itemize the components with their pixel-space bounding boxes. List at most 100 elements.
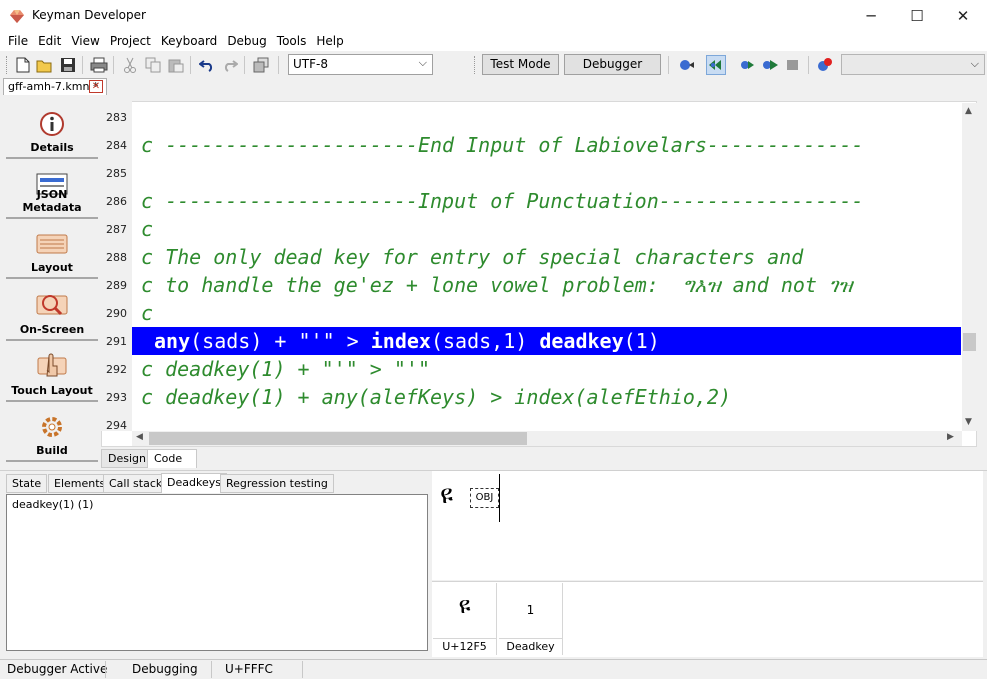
list-item[interactable]: deadkey(1) (1) — [12, 498, 422, 511]
sidebar: Details JSON Metadata Layout On-Screen T… — [6, 101, 98, 463]
tab-code[interactable]: Code — [147, 449, 197, 468]
deadkeys-list[interactable]: deadkey(1) (1) — [6, 494, 428, 651]
menu-edit[interactable]: Edit — [33, 31, 66, 51]
debugger-mode-button[interactable]: Debugger Mode — [564, 54, 661, 90]
code-line: c — [141, 301, 154, 325]
minimize-button[interactable]: ─ — [848, 0, 894, 31]
menu-tools[interactable]: Tools — [272, 31, 312, 51]
run-debug-icon[interactable] — [676, 55, 696, 75]
debug-target-select[interactable]: ⌵ — [841, 54, 985, 75]
close-window-button[interactable]: ✕ — [940, 0, 986, 31]
cut-icon[interactable] — [120, 55, 140, 75]
save-icon[interactable] — [58, 55, 78, 75]
window-title: Keyman Developer — [32, 8, 146, 22]
maximize-button[interactable]: ☐ — [894, 0, 940, 31]
code-line: c to handle the ge'ez + lone vowel probl… — [141, 273, 853, 297]
sidebar-item-build[interactable]: Build — [6, 404, 98, 462]
sidebar-item-details[interactable]: Details — [6, 101, 98, 159]
tab-state[interactable]: State — [6, 474, 48, 493]
status-codepoint: U+FFFC — [225, 662, 273, 676]
sidebar-item-label: Layout — [31, 261, 73, 274]
touch-layout-icon — [36, 352, 68, 382]
horizontal-scrollbar[interactable]: ◀ ▶ — [132, 431, 962, 446]
char-cell[interactable]: 1 Deadkey — [499, 583, 563, 655]
menu-view[interactable]: View — [66, 31, 104, 51]
stop-icon[interactable] — [783, 55, 803, 75]
scroll-right-icon[interactable]: ▶ — [947, 432, 954, 442]
sidebar-item-touch-layout[interactable]: Touch Layout — [6, 344, 98, 402]
encoding-select[interactable]: UTF-8 ⌵ — [288, 54, 433, 75]
undo-icon[interactable] — [197, 55, 217, 75]
code-line: c ---------------------Input of Punctuat… — [141, 189, 864, 213]
sidebar-item-json-metadata[interactable]: JSON Metadata — [6, 161, 98, 219]
keyword: deadkey — [539, 329, 624, 353]
toolbar-separator — [668, 56, 669, 74]
line-number: 293 — [106, 391, 127, 404]
toolbar-grip — [6, 56, 9, 74]
line-number: 291 — [106, 335, 127, 348]
tab-elements[interactable]: Elements — [48, 474, 112, 493]
keyword: index — [370, 329, 431, 353]
scroll-up-icon[interactable]: ▲ — [965, 106, 972, 116]
status-debugger: Debugger Active — [7, 662, 108, 676]
scroll-left-icon[interactable]: ◀ — [136, 432, 143, 442]
menu-keyboard[interactable]: Keyboard — [156, 31, 222, 51]
scroll-thumb[interactable] — [149, 432, 527, 445]
redo-icon[interactable] — [220, 55, 240, 75]
single-step-icon[interactable] — [737, 55, 757, 75]
sidebar-item-layout[interactable]: Layout — [6, 221, 98, 279]
menu-debug[interactable]: Debug — [222, 31, 271, 51]
line-number: 284 — [106, 139, 127, 152]
toolbar-separator — [113, 56, 114, 74]
scroll-thumb[interactable] — [963, 333, 976, 351]
code-fragment: (sads,1) — [430, 329, 540, 353]
info-icon — [36, 109, 68, 139]
code-line: c deadkey(1) + any(alefKeys) > index(ale… — [141, 385, 732, 409]
char-code: Deadkey — [499, 638, 562, 655]
menu-bar: File Edit View Project Keyboard Debug To… — [0, 31, 987, 51]
sidebar-item-on-screen[interactable]: On-Screen — [6, 283, 98, 341]
run-icon[interactable] — [760, 55, 780, 75]
open-folder-icon[interactable] — [35, 55, 55, 75]
onscreen-keyboard-icon — [36, 291, 68, 321]
chevron-down-icon: ⌵ — [418, 56, 427, 69]
window-list-icon[interactable] — [251, 55, 271, 75]
new-file-icon[interactable] — [13, 55, 33, 75]
deadkey-object-marker: OBJ — [470, 488, 499, 508]
line-number: 287 — [106, 223, 127, 236]
menu-file[interactable]: File — [3, 31, 33, 51]
vertical-scrollbar[interactable]: ▲ ▼ — [962, 103, 977, 431]
sidebar-item-label: On-Screen — [19, 323, 85, 336]
debug-output-pane[interactable] — [432, 471, 983, 580]
copy-icon[interactable] — [143, 55, 163, 75]
sidebar-item-label: JSON Metadata — [22, 188, 82, 214]
print-icon[interactable] — [89, 55, 109, 75]
sidebar-item-label: Touch Layout — [11, 384, 93, 397]
tab-call-stack[interactable]: Call stack — [103, 474, 169, 493]
tab-design[interactable]: Design — [101, 449, 153, 468]
status-divider — [302, 661, 303, 678]
menu-project[interactable]: Project — [105, 31, 156, 51]
current-code-line: any(sads) + "'" > index(sads,1) deadkey(… — [154, 327, 660, 355]
scroll-down-icon[interactable]: ▼ — [965, 417, 972, 427]
char-glyph: 1 — [526, 603, 535, 617]
file-tab-bar — [0, 77, 987, 96]
step-icon[interactable] — [706, 55, 726, 75]
paste-icon[interactable] — [166, 55, 186, 75]
encoding-value: UTF-8 — [293, 57, 328, 71]
menu-help[interactable]: Help — [311, 31, 348, 51]
char-cell[interactable]: ዩ U+12F5 — [433, 583, 497, 655]
tab-deadkeys[interactable]: Deadkeys — [161, 473, 227, 493]
tab-regression-testing[interactable]: Regression testing — [220, 474, 334, 493]
close-file-icon[interactable]: ✕ — [89, 80, 103, 93]
char-code: U+12F5 — [433, 638, 496, 655]
code-fragment: (1) — [623, 329, 660, 353]
test-mode-button[interactable]: Test Mode — [482, 54, 559, 75]
output-character: ዩ — [440, 480, 454, 510]
code-line: c ---------------------End Input of Labi… — [141, 133, 864, 157]
line-number: 290 — [106, 307, 127, 320]
line-number: 283 — [106, 111, 127, 124]
code-line: c — [141, 217, 154, 241]
toolbar-separator — [278, 56, 279, 74]
breakpoint-icon[interactable] — [815, 55, 835, 75]
